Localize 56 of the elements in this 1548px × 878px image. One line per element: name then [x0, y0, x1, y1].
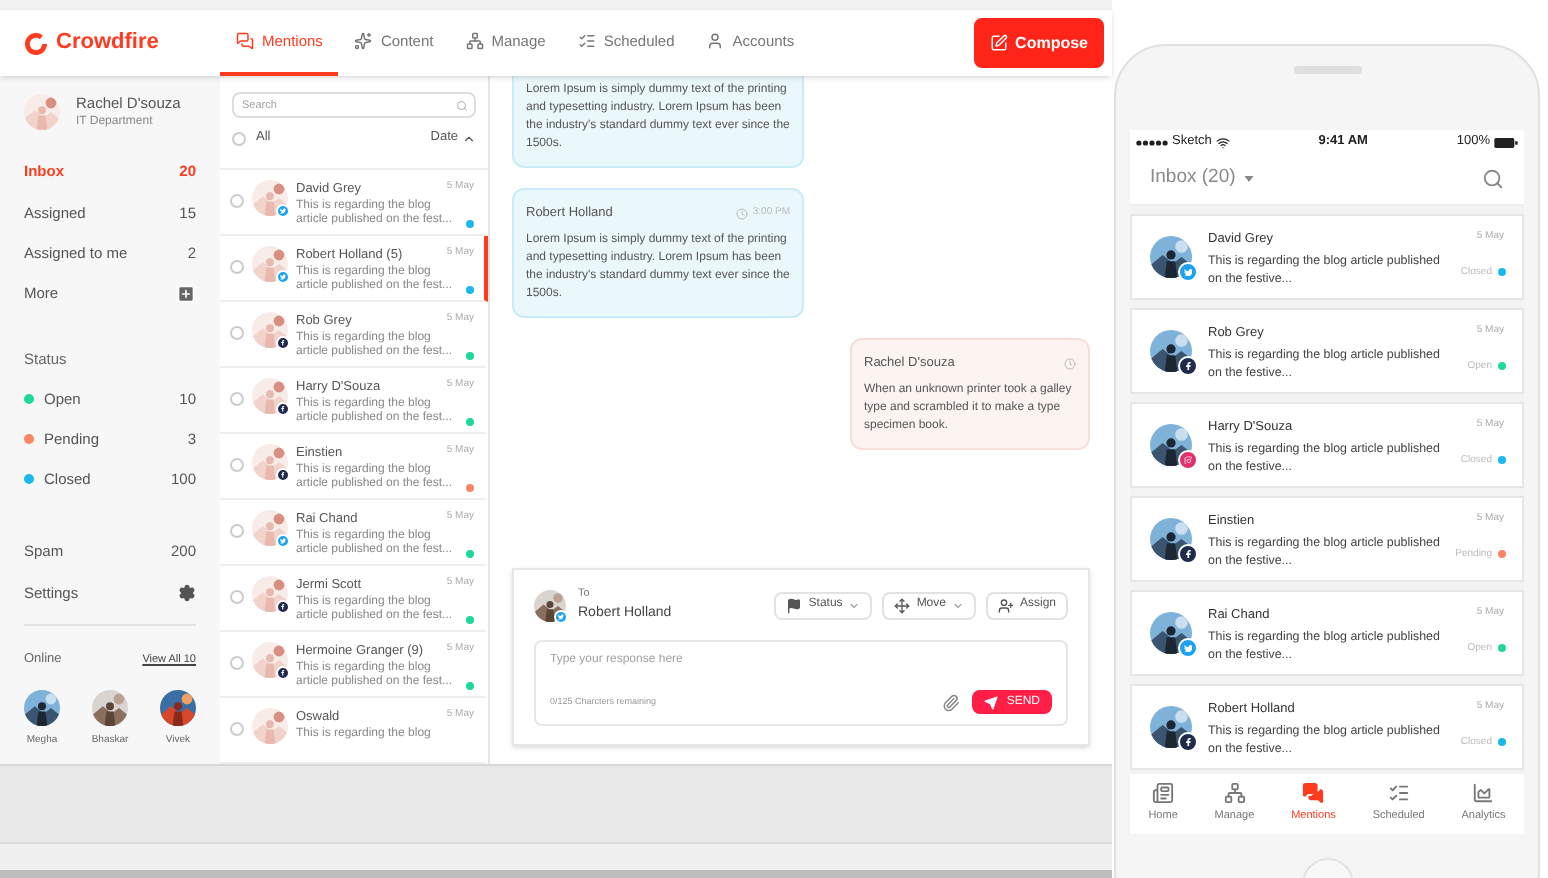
instagram-icon: [1178, 450, 1198, 470]
settings-icon[interactable]: [178, 583, 196, 602]
checkbox[interactable]: [230, 524, 244, 538]
battery-icon: [1494, 137, 1518, 147]
chevron-up-icon: [462, 131, 476, 145]
flag-icon: [786, 597, 803, 614]
user-icon: [706, 32, 725, 50]
checkbox[interactable]: [230, 326, 244, 340]
logo-icon: [24, 31, 48, 55]
user-plus-icon: [997, 597, 1014, 614]
search-icon: [456, 99, 468, 111]
checkbox[interactable]: [230, 656, 244, 670]
checkbox[interactable]: [230, 722, 244, 736]
facebook-icon: [276, 402, 290, 416]
twitter-icon: [276, 270, 290, 284]
clock-icon: [1064, 357, 1076, 370]
facebook-icon: [276, 336, 290, 350]
facebook-icon: [1178, 544, 1198, 564]
list-icon: [577, 32, 596, 50]
move-icon: [894, 597, 911, 614]
add-icon[interactable]: [176, 283, 196, 304]
list-icon: [1387, 782, 1410, 805]
checkbox[interactable]: [230, 458, 244, 472]
facebook-icon: [1178, 356, 1198, 376]
caret-icon: [1243, 176, 1254, 182]
twitter-icon: [1178, 262, 1198, 282]
chevron-down-icon: [951, 599, 964, 612]
chat-icon: [236, 32, 254, 50]
facebook-icon: [1178, 732, 1198, 752]
facebook-icon: [276, 666, 290, 680]
checkbox[interactable]: [232, 131, 246, 145]
facebook-icon: [276, 468, 290, 482]
wifi-icon: [1215, 135, 1230, 149]
compose-button[interactable]: Compose: [973, 18, 1104, 68]
paperclip-icon[interactable]: [942, 693, 961, 711]
logo-text: Crowdfire: [56, 28, 159, 59]
signal-icon: [1136, 139, 1168, 145]
sparkle-icon: [354, 32, 373, 50]
twitter-icon: [276, 204, 290, 218]
checkbox[interactable]: [230, 194, 244, 208]
send-icon: [984, 695, 999, 709]
twitter-icon: [276, 534, 290, 548]
chevron-down-icon: [848, 599, 861, 612]
facebook-icon: [276, 600, 290, 614]
clock-icon: [736, 207, 749, 220]
checkbox[interactable]: [230, 260, 244, 274]
twitter-icon: [1178, 638, 1198, 658]
compose-icon: [989, 34, 1008, 52]
chart-icon: [1472, 782, 1495, 805]
checkbox[interactable]: [230, 392, 244, 406]
newspaper-icon: [1152, 782, 1175, 805]
chat-icon: [1302, 782, 1325, 805]
network-icon: [465, 32, 484, 50]
network-icon: [1223, 782, 1246, 805]
checkbox[interactable]: [230, 590, 244, 604]
search-icon[interactable]: [1482, 168, 1504, 190]
